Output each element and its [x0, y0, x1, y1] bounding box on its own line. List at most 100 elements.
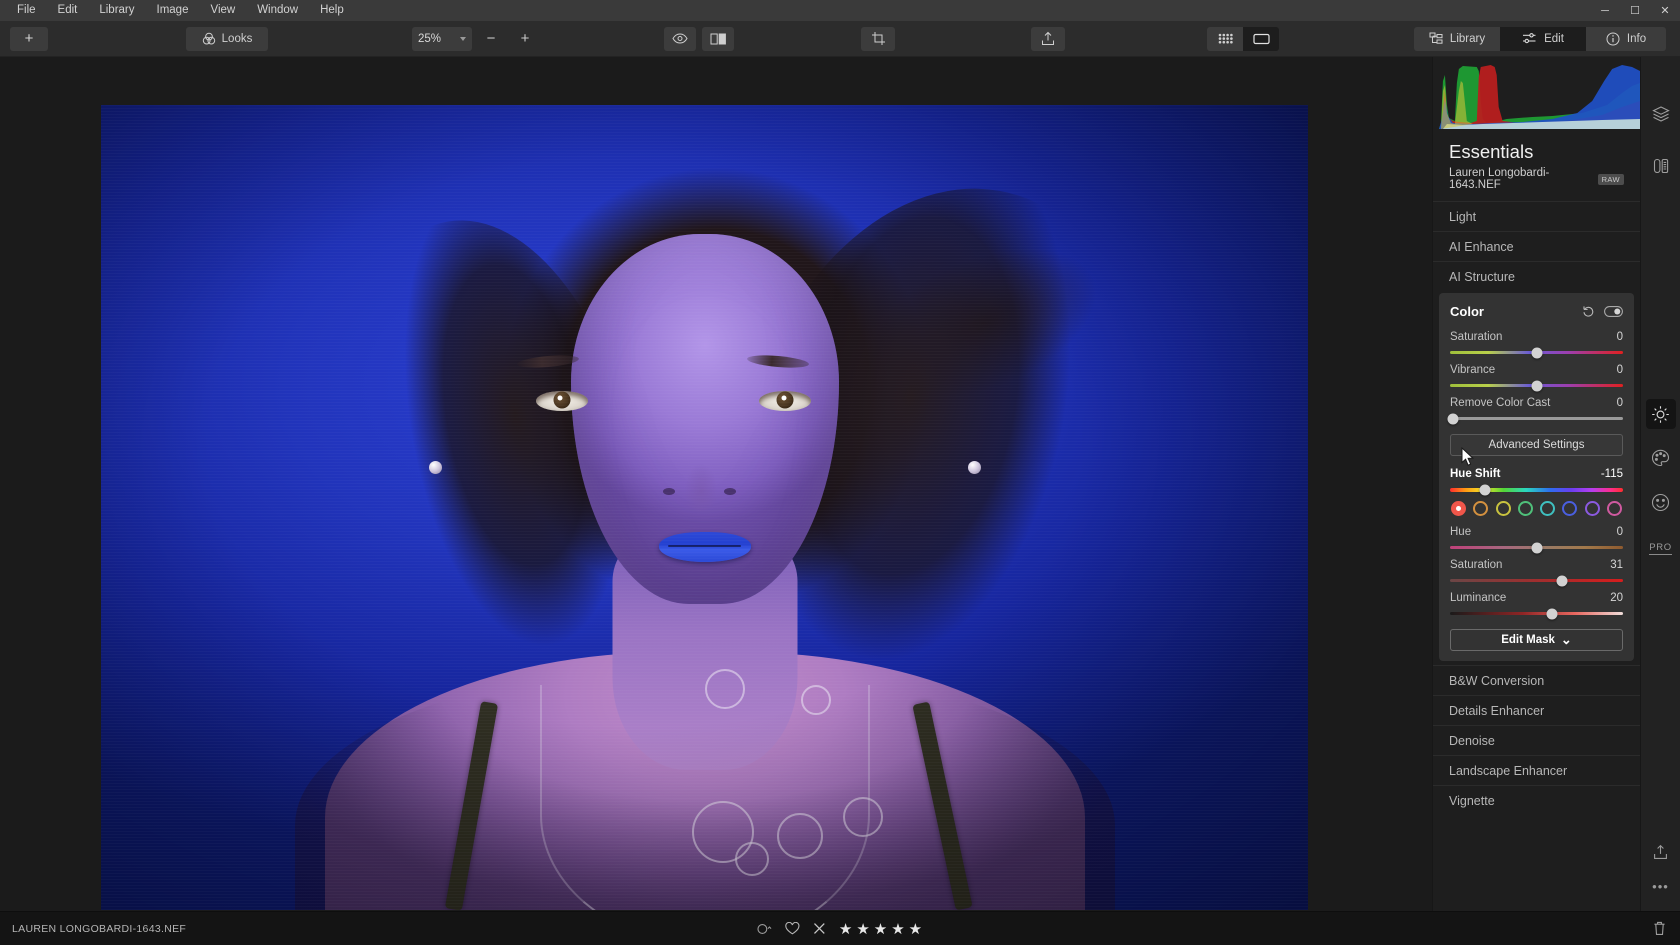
light-adjust-icon-button[interactable] — [1645, 399, 1676, 429]
menu-file[interactable]: File — [6, 0, 47, 21]
slider-knob[interactable] — [1531, 542, 1542, 553]
sidebar-item-denoise[interactable]: Denoise — [1433, 725, 1640, 755]
edit-mask-button[interactable]: Edit Mask ⌄ — [1450, 629, 1623, 651]
star-1[interactable]: ★ — [839, 920, 853, 938]
sidebar-item-light[interactable]: Light — [1433, 201, 1640, 231]
export-button[interactable] — [1031, 26, 1065, 51]
tab-info[interactable]: Info — [1586, 26, 1666, 51]
star-3[interactable]: ★ — [874, 920, 888, 938]
sidebar-item-vignette[interactable]: Vignette — [1433, 785, 1640, 815]
page-title: Essentials — [1449, 141, 1534, 162]
minimize-button[interactable]: ─ — [1590, 0, 1620, 21]
star-4[interactable]: ★ — [891, 920, 905, 938]
sidebar-item-details-enhancer[interactable]: Details Enhancer — [1433, 695, 1640, 725]
module-tabs: Library Edit Info — [1414, 26, 1666, 51]
sidebar-item-bw-conversion[interactable]: B&W Conversion — [1433, 665, 1640, 695]
swatch-yellow[interactable] — [1495, 501, 1511, 516]
slider-luminance: Luminance 20 — [1450, 592, 1623, 619]
pro-label-badge[interactable]: PRO — [1647, 533, 1673, 563]
export-bottom-icon — [1653, 844, 1668, 860]
slider-track[interactable] — [1450, 347, 1623, 358]
slider-value: 0 — [1616, 364, 1623, 376]
section-label-bw-conversion: B&W Conversion — [1449, 673, 1545, 688]
view-toggle-group — [664, 26, 734, 51]
section-label-denoise: Denoise — [1449, 733, 1495, 748]
star-5[interactable]: ★ — [909, 920, 923, 938]
slider-track[interactable] — [1450, 380, 1623, 391]
slider-track[interactable] — [1450, 575, 1623, 586]
sidebar-item-landscape-enhancer[interactable]: Landscape Enhancer — [1433, 755, 1640, 785]
menu-image[interactable]: Image — [146, 0, 200, 21]
rating-stars[interactable]: ★ ★ ★ ★ ★ — [839, 920, 923, 938]
close-button[interactable]: ✕ — [1650, 0, 1680, 21]
section-label-light: Light — [1449, 209, 1477, 224]
slider-knob[interactable] — [1479, 484, 1491, 496]
swatch-aqua[interactable] — [1540, 501, 1556, 516]
trash-delete-icon[interactable] — [1653, 921, 1666, 936]
slider-label: Hue Shift — [1450, 468, 1501, 480]
swatch-green[interactable] — [1517, 501, 1533, 516]
single-view-button[interactable] — [1243, 26, 1279, 51]
light-adjust-icon — [1651, 405, 1670, 424]
swatch-red[interactable] — [1451, 501, 1466, 516]
advanced-settings-button[interactable]: Advanced Settings — [1450, 434, 1623, 456]
slider-knob[interactable] — [1531, 380, 1542, 391]
minus-icon: − — [486, 30, 496, 47]
export-bottom-icon-button[interactable] — [1646, 837, 1676, 867]
slider-track[interactable] — [1450, 542, 1623, 553]
layers-icon-button[interactable] — [1646, 99, 1676, 129]
swatch-selected-dot — [1456, 506, 1461, 511]
reject-x-icon[interactable] — [813, 922, 826, 935]
maximize-button[interactable]: ☐ — [1620, 0, 1650, 21]
eye-preview-icon — [672, 33, 688, 44]
zoom-level-select[interactable]: 25% — [412, 26, 472, 51]
image-canvas[interactable] — [0, 57, 1432, 911]
color-label-icon[interactable] — [757, 923, 772, 935]
menu-edit[interactable]: Edit — [47, 0, 89, 21]
slider-track[interactable] — [1447, 413, 1623, 424]
add-image-button[interactable]: + — [10, 26, 48, 51]
color-palette-icon-button[interactable] — [1646, 443, 1676, 473]
heart-favorite-icon[interactable] — [785, 922, 800, 935]
info-circle-icon — [1606, 32, 1620, 46]
section-label-details-enhancer: Details Enhancer — [1449, 703, 1545, 718]
status-right-actions — [1653, 921, 1666, 936]
chevron-down-icon: ⌄ — [1560, 632, 1572, 648]
slider-knob[interactable] — [1546, 608, 1558, 619]
tab-edit[interactable]: Edit — [1500, 26, 1586, 51]
tab-library[interactable]: Library — [1414, 26, 1500, 51]
more-options-icon-button[interactable]: ••• — [1646, 871, 1676, 901]
menu-window[interactable]: Window — [246, 0, 309, 21]
photo-preview[interactable] — [101, 105, 1308, 910]
zoom-out-button[interactable]: − — [476, 27, 506, 51]
menu-library[interactable]: Library — [88, 0, 145, 21]
looks-button[interactable]: Looks — [186, 26, 268, 51]
library-icon — [1429, 32, 1443, 45]
slider-knob[interactable] — [1556, 575, 1568, 586]
slider-track[interactable] — [1450, 608, 1623, 619]
sidebar-item-ai-enhance[interactable]: AI Enhance — [1433, 231, 1640, 261]
slider-hue: Hue 0 — [1450, 526, 1623, 553]
sidebar-item-ai-structure[interactable]: AI Structure — [1433, 261, 1640, 291]
compare-button[interactable] — [702, 26, 734, 51]
star-2[interactable]: ★ — [856, 920, 870, 938]
preview-eye-button[interactable] — [664, 26, 696, 51]
swatch-magenta[interactable] — [1606, 501, 1622, 516]
menu-help[interactable]: Help — [309, 0, 355, 21]
slider-knob[interactable] — [1447, 413, 1459, 424]
menu-view[interactable]: View — [199, 0, 246, 21]
portrait-face-icon-button[interactable] — [1646, 487, 1676, 517]
slider-remove-color-cast: Remove Color Cast 0 — [1447, 397, 1623, 424]
chevron-down-icon — [460, 36, 466, 41]
slider-knob[interactable] — [1531, 347, 1542, 358]
swatch-blue[interactable] — [1562, 501, 1578, 516]
grid-view-button[interactable] — [1207, 26, 1243, 51]
crop-button[interactable] — [861, 26, 895, 51]
swatch-orange[interactable] — [1473, 501, 1489, 516]
visibility-toggle-icon[interactable] — [1604, 305, 1623, 317]
zoom-in-button[interactable]: + — [510, 27, 540, 51]
reset-undo-icon[interactable] — [1582, 305, 1595, 317]
presets-compare-icon-button[interactable] — [1646, 151, 1676, 181]
slider-track[interactable] — [1450, 484, 1623, 496]
swatch-purple[interactable] — [1584, 501, 1600, 516]
